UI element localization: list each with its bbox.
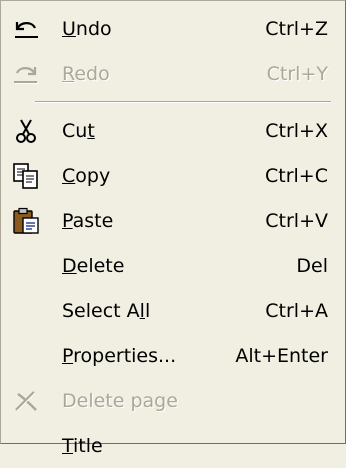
label-text-pre: Select A <box>62 299 140 322</box>
label-text-post: e <box>166 389 178 412</box>
menu-item-shortcut: Ctrl+C <box>265 164 328 187</box>
menu-item-undo[interactable]: Undo Ctrl+Z <box>1 6 345 51</box>
menu-item-shortcut: Del <box>296 254 328 277</box>
delete-x-icon <box>11 386 41 416</box>
menu-item-shortcut: Ctrl+Z <box>265 17 328 40</box>
menu-item-label: Title <box>62 435 103 457</box>
access-key: P <box>62 344 74 367</box>
label-text-post: aste <box>72 209 114 232</box>
redo-icon <box>11 59 41 89</box>
access-key: R <box>62 62 75 85</box>
label-text-post: opy <box>75 164 111 187</box>
menu-item-label: Paste <box>62 210 113 232</box>
label-text-post: l <box>144 299 151 322</box>
menu-item-label: Delete page <box>62 390 178 412</box>
label-text-pre: Cu <box>62 119 88 142</box>
menu-item-shortcut: Alt+Enter <box>235 344 328 367</box>
menu-item-paste[interactable]: Paste Ctrl+V <box>1 198 345 243</box>
access-key: U <box>62 17 76 40</box>
scissors-icon <box>11 116 41 146</box>
menu-item-title[interactable]: Title <box>1 423 345 468</box>
menu-separator <box>1 96 345 108</box>
menu-item-shortcut: Ctrl+A <box>265 299 328 322</box>
label-text-post: edo <box>74 62 110 85</box>
menu-item-label: Delete <box>62 255 124 277</box>
menu-item-label: Undo <box>62 18 112 40</box>
menu-item-shortcut: Ctrl+V <box>265 209 328 232</box>
menu-item-label: Properties... <box>62 345 176 367</box>
clipboard-paste-icon <box>11 206 41 236</box>
separator-line <box>35 101 331 103</box>
menu-item-label: Select All <box>62 300 150 322</box>
undo-icon <box>11 14 41 44</box>
access-key: T <box>62 434 74 457</box>
menu-item-delete[interactable]: Delete Del <box>1 243 345 288</box>
label-text-post: roperties... <box>73 344 177 367</box>
menu-item-cut[interactable]: Cut Ctrl+X <box>1 108 345 153</box>
label-text-post: ndo <box>75 17 112 40</box>
label-text-post: itle <box>73 434 103 457</box>
menu-item-label: Copy <box>62 165 110 187</box>
label-text-pre: Delete pa <box>62 389 155 412</box>
menu-item-label: Redo <box>62 63 110 85</box>
menu-item-shortcut: Ctrl+X <box>265 119 328 142</box>
menu-item-label: Cut <box>62 120 95 142</box>
access-key: C <box>62 164 76 187</box>
menu-item-properties[interactable]: Properties... Alt+Enter <box>1 333 345 378</box>
copy-icon <box>11 161 41 191</box>
menu-item-shortcut: Ctrl+Y <box>266 62 328 85</box>
menu-item-redo[interactable]: Redo Ctrl+Y <box>1 51 345 96</box>
access-key: t <box>87 119 95 142</box>
access-key: D <box>62 254 77 277</box>
access-key: g <box>154 389 167 412</box>
access-key: P <box>62 209 73 232</box>
context-menu: Undo Ctrl+Z Redo Ctrl+Y Cut Ctrl+X Copy Ctrl+C P… <box>0 0 346 457</box>
menu-item-copy[interactable]: Copy Ctrl+C <box>1 153 345 198</box>
label-text-post: elete <box>76 254 125 277</box>
menu-item-select-all[interactable]: Select All Ctrl+A <box>1 288 345 333</box>
menu-item-delete-page[interactable]: Delete page <box>1 378 345 423</box>
